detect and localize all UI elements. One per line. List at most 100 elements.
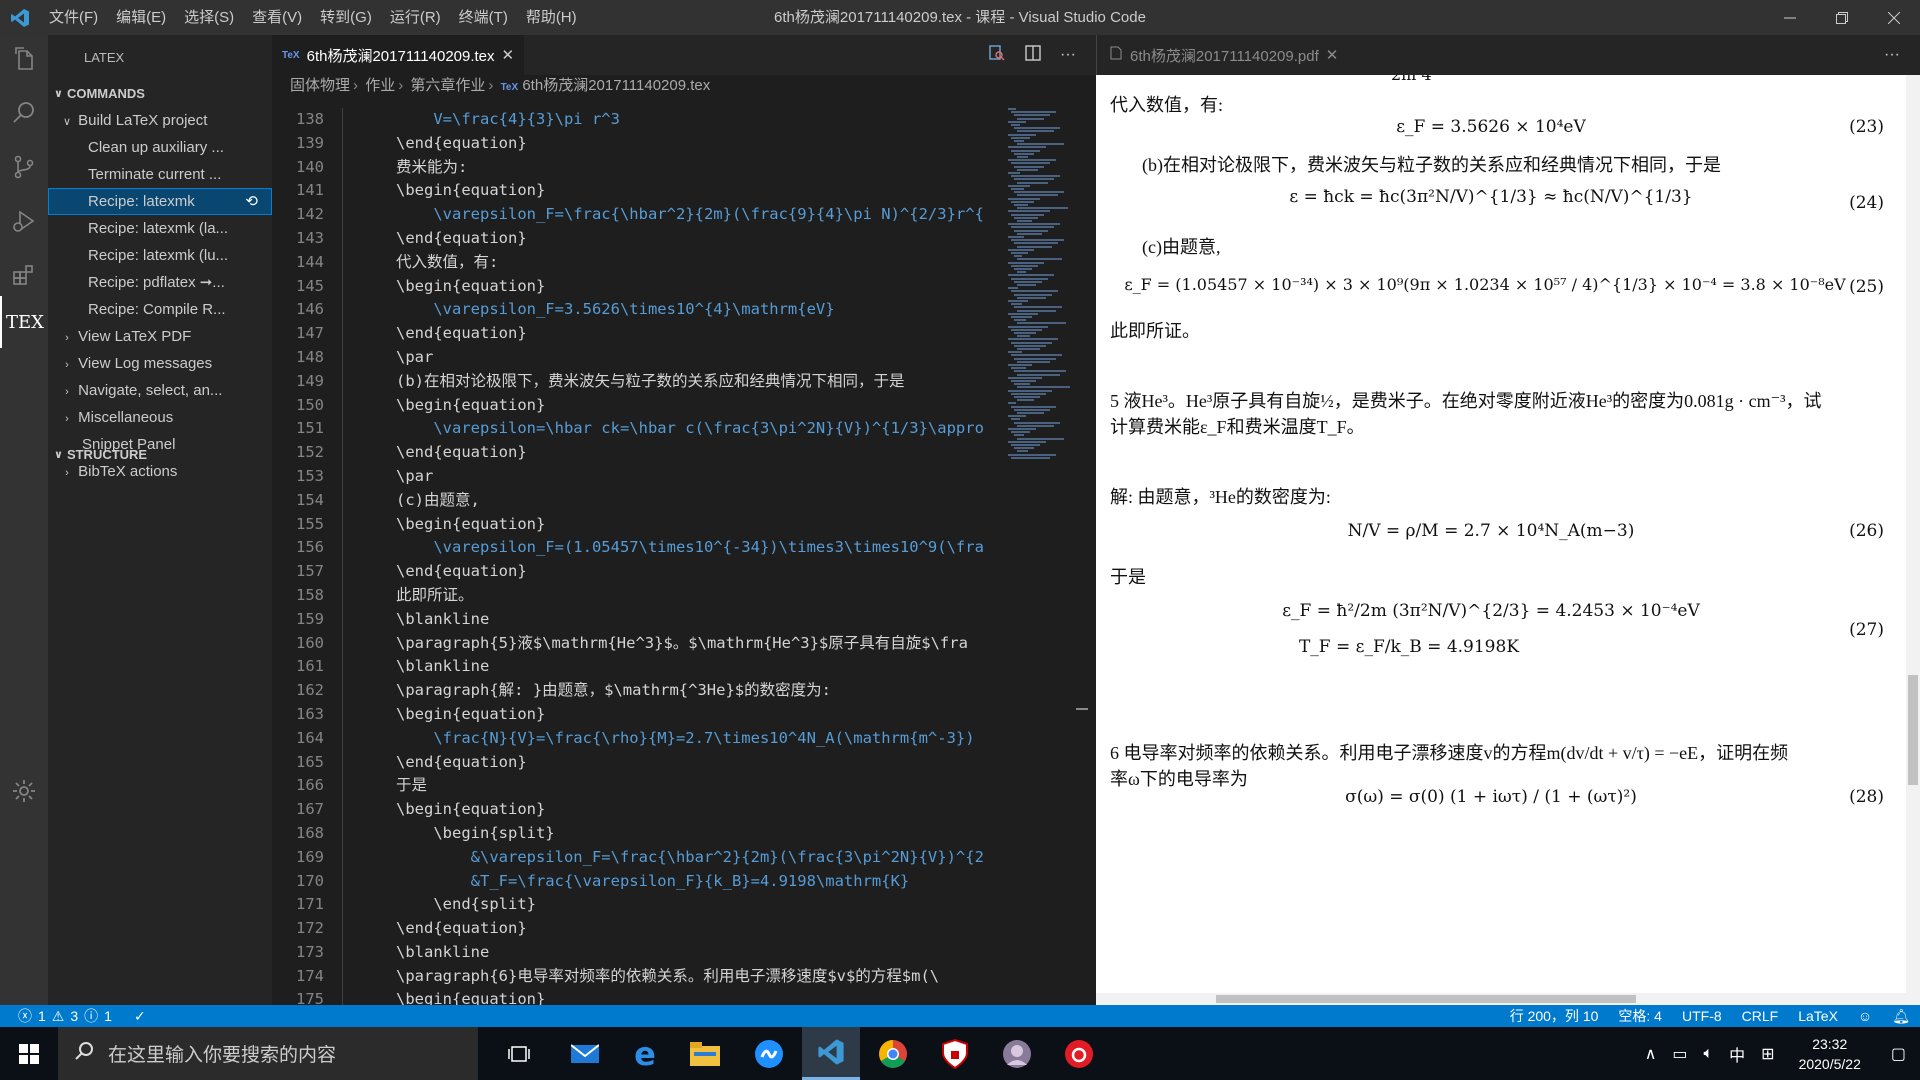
code-line[interactable]: 175 \begin{equation} (272, 988, 1002, 1005)
code-line[interactable]: 151 \varepsilon=\hbar ck=\hbar c(\frac{3… (272, 417, 1002, 441)
task-view-icon[interactable] (490, 1027, 548, 1080)
breadcrumb-item[interactable]: 第六章作业 (410, 77, 485, 94)
language-mode[interactable]: LaTeX (1788, 1008, 1848, 1024)
close-window-button[interactable] (1868, 0, 1920, 35)
commands-section-header[interactable]: ∨ COMMANDS (48, 81, 272, 107)
code-line[interactable]: 140 费米能为: (272, 156, 1002, 180)
line-ending[interactable]: CRLF (1732, 1008, 1789, 1024)
info-count[interactable]: 1 (104, 1008, 112, 1024)
code-line[interactable]: 165 \end{equation} (272, 751, 1002, 775)
cursor-position[interactable]: 行 200，列 10 (1500, 1006, 1609, 1026)
start-button[interactable] (0, 1027, 58, 1080)
chevron-up-icon[interactable]: ∧ (1637, 1044, 1665, 1064)
code-line[interactable]: 156 \varepsilon_F=(1.05457\times10^{-34}… (272, 536, 1002, 560)
file-explorer-icon[interactable] (676, 1027, 734, 1080)
vscode-icon[interactable] (802, 1027, 860, 1080)
breadcrumb-item[interactable]: 固体物理 (290, 77, 350, 94)
restore-button[interactable] (1816, 0, 1868, 35)
sidebar-command-item[interactable]: Terminate current ... (48, 161, 272, 188)
code-line[interactable]: 142 \varepsilon_F=\frac{\hbar^2}{2m}(\fr… (272, 203, 1002, 227)
menu-edit[interactable]: 编辑(E) (107, 0, 175, 35)
avatar-app-icon[interactable] (988, 1027, 1046, 1080)
code-line[interactable]: 144 代入数值，有: (272, 251, 1002, 275)
netease-music-icon[interactable] (1050, 1027, 1108, 1080)
code-line[interactable]: 154 (c)由题意, (272, 489, 1002, 513)
close-tab-icon[interactable]: ✕ (1326, 46, 1339, 64)
warning-count[interactable]: 3 (70, 1008, 78, 1024)
sidebar-command-item[interactable]: › View LaTeX PDF (48, 323, 272, 350)
tex-icon[interactable]: TEX (0, 296, 48, 348)
editor-scrollbar[interactable] (1074, 108, 1088, 1005)
keyboard-layout-icon[interactable]: ⊞ (1753, 1044, 1782, 1064)
sidebar-command-item[interactable]: › Navigate, select, an... (48, 377, 272, 404)
code-line[interactable]: 164 \frac{N}{V}=\frac{\rho}{M}=2.7\times… (272, 727, 1002, 751)
code-line[interactable]: 158 此即所证。 (272, 584, 1002, 608)
sidebar-command-item[interactable]: Recipe: latexmk ⟲ (48, 188, 272, 215)
ime-indicator[interactable]: 中 (1721, 1042, 1753, 1066)
code-line[interactable]: 172 \end{equation} (272, 917, 1002, 941)
minimize-button[interactable] (1764, 0, 1816, 35)
sidebar-command-item[interactable]: ∨ Build LaTeX project (48, 107, 272, 134)
code-line[interactable]: 174 \paragraph{6}电导率对频率的依赖关系。利用电子漂移速度$v$的… (272, 965, 1002, 989)
code-line[interactable]: 146 \varepsilon_F=3.5626\times10^{4}\mat… (272, 298, 1002, 322)
volume-icon[interactable]: 🔈︎ (1696, 1045, 1722, 1063)
sidebar-command-item[interactable]: Recipe: Compile R... (48, 296, 272, 323)
code-editor[interactable]: 138 V=\frac{4}{3}\pi r^3 139 \end{equation… (272, 108, 1002, 1005)
pdf-page[interactable]: 2m 4 代入数值，有: ε_F = 3.5626 × 10⁴eV (23) (… (1096, 75, 1906, 975)
clock[interactable]: 23:32 2020/5/22 (1783, 1034, 1877, 1074)
code-line[interactable]: 145 \begin{equation} (272, 275, 1002, 299)
sidebar-command-item[interactable]: › View Log messages (48, 350, 272, 377)
split-editor-icon[interactable] (1024, 44, 1042, 67)
more-actions-icon[interactable]: ··· (1060, 46, 1076, 64)
sidebar-command-item[interactable]: Recipe: pdflatex ➞... (48, 269, 272, 296)
code-line[interactable]: 147 \end{equation} (272, 322, 1002, 346)
menu-selection[interactable]: 选择(S) (175, 0, 243, 35)
code-line[interactable]: 162 \paragraph{解: }由题意，$\mathrm{^3He}$的数密… (272, 679, 1002, 703)
source-control-icon[interactable] (0, 143, 48, 191)
code-line[interactable]: 167 \begin{equation} (272, 798, 1002, 822)
code-line[interactable]: 149 (b)在相对论极限下，费米波矢与粒子数的关系应和经典情况下相同，于是 (272, 370, 1002, 394)
more-actions-icon[interactable]: ··· (1884, 46, 1900, 64)
settings-icon[interactable] (0, 767, 48, 815)
pdf-horizontal-scrollbar[interactable] (1096, 993, 1906, 1005)
code-line[interactable]: 157 \end{equation} (272, 560, 1002, 584)
files-icon[interactable] (0, 35, 48, 83)
code-line[interactable]: 161 \blankline (272, 655, 1002, 679)
minimap[interactable] (1008, 108, 1070, 558)
menu-help[interactable]: 帮助(H) (517, 0, 586, 35)
code-line[interactable]: 152 \end{equation} (272, 441, 1002, 465)
pdf-vertical-scrollbar[interactable] (1906, 75, 1920, 1005)
sidebar-command-item[interactable]: Recipe: latexmk (la... (48, 215, 272, 242)
code-line[interactable]: 163 \begin{equation} (272, 703, 1002, 727)
menu-file[interactable]: 文件(F) (40, 0, 107, 35)
breadcrumb-item[interactable]: 6th杨茂澜201711140209.tex (522, 77, 710, 94)
menu-terminal[interactable]: 终端(T) (450, 0, 517, 35)
code-line[interactable]: 168 \begin{split} (272, 822, 1002, 846)
notifications-icon[interactable]: 🔔︎ (1882, 1008, 1920, 1025)
run-debug-icon[interactable] (0, 197, 48, 245)
feedback-icon[interactable]: ☺ (1848, 1008, 1882, 1024)
tab-pdf-file[interactable]: 6th杨茂澜201711140209.pdf ✕ (1097, 45, 1350, 66)
check-icon[interactable]: ✓ (118, 1008, 146, 1025)
code-line[interactable]: 150 \begin{equation} (272, 394, 1002, 418)
code-line[interactable]: 143 \end{equation} (272, 227, 1002, 251)
structure-section-header[interactable]: ∨ STRUCTURE (48, 442, 272, 468)
menu-view[interactable]: 查看(V) (243, 0, 311, 35)
code-line[interactable]: 139 \end{equation} (272, 132, 1002, 156)
menu-go[interactable]: 转到(G) (311, 0, 381, 35)
error-icon[interactable]: ⓧ (18, 1006, 32, 1026)
mail-icon[interactable] (556, 1027, 614, 1080)
warning-icon[interactable]: ⚠ (52, 1008, 65, 1025)
indentation[interactable]: 空格: 4 (1608, 1006, 1672, 1026)
sidebar-command-item[interactable]: Recipe: latexmk (lu... (48, 242, 272, 269)
code-line[interactable]: 159 \blankline (272, 608, 1002, 632)
code-line[interactable]: 170 &T_F=\frac{\varepsilon_F}{k_B}=4.919… (272, 870, 1002, 894)
display-icon[interactable]: ▭ (1664, 1044, 1695, 1064)
code-line[interactable]: 138 V=\frac{4}{3}\pi r^3 (272, 108, 1002, 132)
code-line[interactable]: 141 \begin{equation} (272, 179, 1002, 203)
security-icon[interactable] (926, 1027, 984, 1080)
sidebar-command-item[interactable]: › Miscellaneous (48, 404, 272, 431)
code-line[interactable]: 173 \blankline (272, 941, 1002, 965)
info-icon[interactable]: ⓘ (84, 1006, 98, 1026)
code-line[interactable]: 148 \par (272, 346, 1002, 370)
